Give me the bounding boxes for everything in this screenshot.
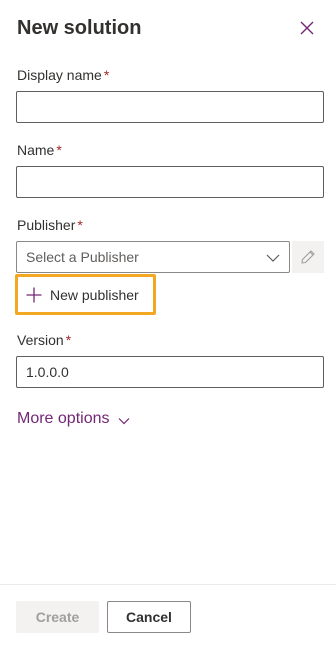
chevron-down-icon xyxy=(266,254,280,262)
new-publisher-label: New publisher xyxy=(50,286,139,303)
publisher-label: Publisher * xyxy=(17,216,83,234)
edit-publisher-button[interactable] xyxy=(292,241,324,273)
name-label: Name * xyxy=(17,141,62,159)
display-name-label-text: Display name xyxy=(17,67,102,83)
required-indicator: * xyxy=(103,67,110,83)
new-publisher-button[interactable]: New publisher xyxy=(15,274,156,315)
plus-icon xyxy=(26,287,42,303)
publisher-label-text: Publisher xyxy=(17,217,76,233)
required-indicator: * xyxy=(56,142,62,158)
version-input[interactable] xyxy=(16,356,324,388)
required-indicator: * xyxy=(77,217,83,233)
new-solution-panel: New solution Display name * Name * Publish… xyxy=(0,0,336,650)
version-label: Version * xyxy=(17,331,71,349)
more-options-label: More options xyxy=(17,410,110,427)
chevron-down-icon xyxy=(118,417,129,424)
name-label-text: Name xyxy=(17,142,55,158)
create-button[interactable]: Create xyxy=(16,601,99,633)
publisher-dropdown[interactable]: Select a Publisher xyxy=(16,241,290,273)
name-input[interactable] xyxy=(16,166,324,198)
publisher-dropdown-placeholder: Select a Publisher xyxy=(26,249,139,265)
display-name-input[interactable] xyxy=(16,91,324,123)
close-button[interactable] xyxy=(296,17,318,39)
required-indicator: * xyxy=(65,332,72,348)
display-name-label: Display name * xyxy=(17,66,109,84)
version-label-text: Version xyxy=(17,332,64,348)
footer-divider xyxy=(0,584,336,585)
more-options-toggle[interactable]: More options xyxy=(17,410,130,428)
close-icon xyxy=(300,21,314,35)
cancel-button[interactable]: Cancel xyxy=(107,601,191,633)
pencil-icon xyxy=(301,250,315,264)
panel-title: New solution xyxy=(17,17,142,39)
